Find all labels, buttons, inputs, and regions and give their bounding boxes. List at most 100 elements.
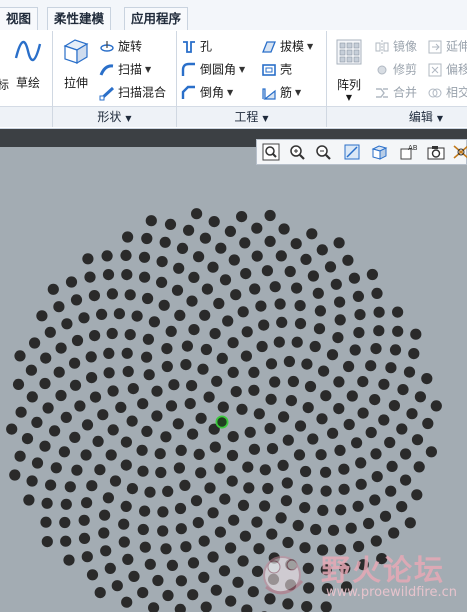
hole-dot[interactable] — [315, 449, 327, 461]
hole-dot[interactable] — [59, 516, 71, 529]
hole-dot[interactable] — [6, 423, 18, 435]
hole-dot[interactable] — [193, 448, 205, 460]
hole-dot[interactable] — [228, 514, 240, 526]
hole-dot[interactable] — [181, 340, 193, 352]
hole-dot[interactable] — [70, 294, 83, 306]
hole-dot[interactable] — [232, 576, 244, 588]
hole-dot[interactable] — [39, 440, 51, 452]
chamfer-button[interactable]: 倒角 ▼ — [181, 81, 233, 103]
hole-dot[interactable] — [282, 598, 294, 610]
hole-dot[interactable] — [306, 228, 318, 240]
hole-dot[interactable] — [188, 324, 200, 336]
hole-dot[interactable] — [187, 428, 199, 440]
hole-dot[interactable] — [373, 306, 385, 318]
zoom-fit-icon[interactable] — [261, 143, 281, 161]
hole-dot[interactable] — [265, 358, 278, 370]
hole-dot[interactable] — [378, 414, 390, 426]
hole-dot[interactable] — [12, 378, 25, 390]
hole-dot[interactable] — [106, 327, 118, 340]
hole-dot[interactable] — [237, 306, 249, 318]
hole-dot[interactable] — [266, 443, 279, 455]
hole-dot[interactable] — [371, 471, 383, 483]
hole-dot[interactable] — [411, 489, 423, 501]
hole-dot[interactable] — [154, 448, 166, 460]
hole-dot[interactable] — [136, 444, 148, 456]
hole-dot[interactable] — [109, 475, 122, 487]
hole-dot[interactable] — [120, 249, 132, 261]
hole-dot[interactable] — [284, 265, 296, 278]
hole-dot[interactable] — [379, 510, 392, 522]
display-style-icon[interactable]: AB — [398, 143, 418, 161]
hole-dot[interactable] — [392, 306, 404, 318]
hole-dot[interactable] — [406, 408, 418, 420]
hole-dot[interactable] — [224, 225, 236, 237]
hole-dot[interactable] — [210, 584, 222, 596]
hole-dot[interactable] — [414, 391, 426, 403]
hole-dot[interactable] — [349, 344, 361, 356]
hole-dot[interactable] — [236, 211, 248, 223]
hole-dot[interactable] — [253, 543, 265, 555]
hole-dot[interactable] — [259, 464, 271, 476]
extrude-button[interactable]: 拉伸 — [58, 36, 94, 96]
hole-dot[interactable] — [251, 516, 263, 528]
hole-dot[interactable] — [106, 288, 118, 300]
hole-dot[interactable] — [160, 431, 172, 443]
hole-dot[interactable] — [142, 292, 154, 305]
hole-dot[interactable] — [264, 209, 276, 222]
hole-dot[interactable] — [332, 332, 344, 344]
hole-dot[interactable] — [348, 272, 360, 284]
hole-dot[interactable] — [278, 411, 290, 423]
hole-dot[interactable] — [137, 465, 149, 477]
hole-dot[interactable] — [15, 406, 27, 418]
hole-dot[interactable] — [300, 253, 312, 265]
hole-dot[interactable] — [144, 558, 156, 570]
hole-dot[interactable] — [211, 375, 223, 387]
hole-dot[interactable] — [363, 517, 375, 530]
hole-dot[interactable] — [355, 457, 367, 469]
hole-dot[interactable] — [317, 504, 329, 516]
draft-button[interactable]: 拔模 ▼ — [261, 35, 313, 57]
hole-dot[interactable] — [242, 461, 254, 473]
hole-dot[interactable] — [165, 400, 178, 412]
hole-dot[interactable] — [285, 579, 297, 591]
hole-dot[interactable] — [266, 528, 278, 540]
hole-dot[interactable] — [307, 433, 319, 445]
hole-dot[interactable] — [164, 218, 177, 230]
hole-dot[interactable] — [320, 564, 332, 576]
hole-dot[interactable] — [89, 391, 102, 403]
hole-dot[interactable] — [121, 596, 133, 608]
hole-dot[interactable] — [200, 343, 212, 356]
hole-dot[interactable] — [354, 309, 366, 321]
hole-dot[interactable] — [346, 390, 358, 402]
hole-dot[interactable] — [120, 459, 132, 471]
hole-dot[interactable] — [139, 541, 151, 553]
hole-dot[interactable] — [396, 501, 408, 513]
hole-dot[interactable] — [183, 224, 195, 236]
hole-dot[interactable] — [236, 403, 248, 415]
hole-dot[interactable] — [320, 601, 332, 612]
hole-dot[interactable] — [41, 536, 53, 548]
hole-dot[interactable] — [160, 543, 172, 555]
hole-dot[interactable] — [408, 348, 420, 360]
hole-dot[interactable] — [339, 562, 351, 574]
hole-dot[interactable] — [199, 232, 211, 244]
hole-dot[interactable] — [86, 480, 98, 492]
hole-dot[interactable] — [55, 389, 67, 402]
hole-dot[interactable] — [357, 376, 369, 388]
hole-dot[interactable] — [237, 555, 249, 567]
tab-flexible-modeling[interactable]: 柔性建模 — [47, 7, 112, 30]
hole-dot[interactable] — [338, 483, 350, 495]
hole-dot[interactable] — [139, 505, 151, 517]
hole-dot[interactable] — [273, 336, 285, 348]
hole-dot[interactable] — [144, 486, 156, 498]
hole-dot[interactable] — [44, 326, 56, 338]
hole-dot[interactable] — [248, 443, 260, 455]
hole-dot[interactable] — [96, 308, 108, 320]
hole-dot[interactable] — [180, 541, 192, 553]
hole-dot[interactable] — [69, 357, 81, 369]
hole-dot[interactable] — [318, 365, 330, 377]
hole-dot[interactable] — [330, 278, 342, 290]
hole-dot[interactable] — [55, 342, 67, 354]
hole-dot[interactable] — [158, 299, 170, 311]
hole-dot[interactable] — [187, 589, 199, 601]
